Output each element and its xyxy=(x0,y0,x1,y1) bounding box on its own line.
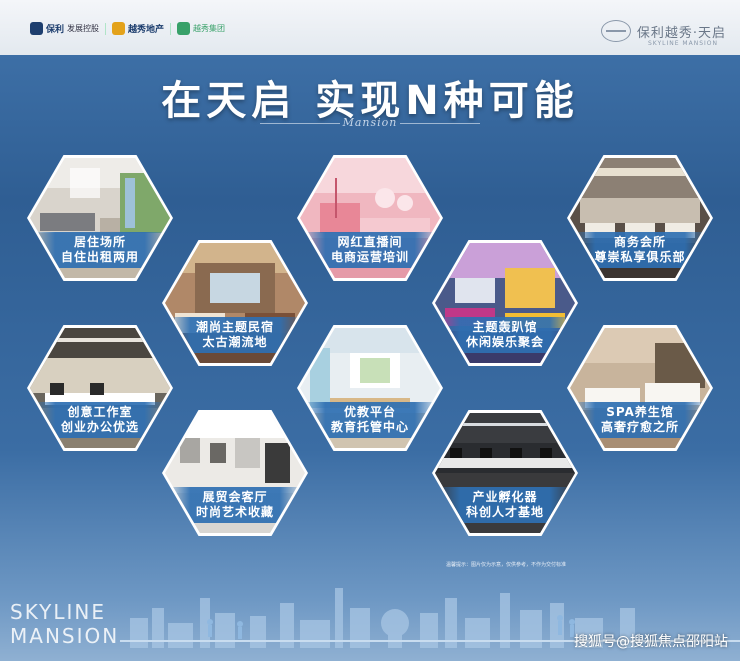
hex-title: 产业孵化器 xyxy=(472,490,538,504)
poly-logo-icon xyxy=(30,22,43,35)
hex-image: 居住场所 自住出租两用 xyxy=(30,158,170,278)
partner-logo: 越秀集团 xyxy=(177,22,225,35)
hex-image: 展贸会客厅 时尚艺术收藏 xyxy=(165,413,305,533)
yuexiu-property-logo: 越秀地产 xyxy=(112,22,164,35)
sohu-watermark: 搜狐号@搜狐焦点邵阳站 xyxy=(574,634,728,650)
hex-education-center: 优教平台 教育托管中心 xyxy=(297,325,443,451)
hex-title: 网红直播间 xyxy=(337,235,403,249)
hex-subtitle: 科创人才基地 xyxy=(465,505,544,519)
hex-incubator: 产业孵化器 科创人才基地 xyxy=(432,410,578,536)
hex-caption: 优教平台 教育托管中心 xyxy=(300,402,440,438)
hex-image: 网红直播间 电商运营培训 xyxy=(300,158,440,278)
hex-image: 优教平台 教育托管中心 xyxy=(300,328,440,448)
hex-subtitle: 时尚艺术收藏 xyxy=(195,505,274,519)
hex-party-venue: 主题轰趴馆 休闲娱乐聚会 xyxy=(432,240,578,366)
hex-subtitle: 电商运营培训 xyxy=(330,250,409,264)
hex-image: 潮尚主题民宿 太古潮流地 xyxy=(165,243,305,363)
brand-logos: 保利 发展控股 越秀地产 越秀集团 xyxy=(30,22,225,35)
wordmark-line-1: SKYLINE xyxy=(10,600,106,624)
hex-title: 主题轰趴馆 xyxy=(472,320,538,334)
project-logo-text: 保利越秀·天启 xyxy=(636,25,726,41)
hex-caption: 创意工作室 创业办公优选 xyxy=(30,402,170,438)
hex-title: 商务会所 xyxy=(613,235,666,249)
brand-sub: 越秀集团 xyxy=(193,24,226,33)
hex-image: SPA养生馆 高奢疗愈之所 xyxy=(570,328,710,448)
headline-script: Mansion xyxy=(342,116,398,129)
hex-residence: 居住场所 自住出租两用 xyxy=(27,155,173,281)
hex-live-studio: 网红直播间 电商运营培训 xyxy=(297,155,443,281)
project-logo: 保利越秀·天启 xyxy=(600,20,726,42)
hex-caption: 居住场所 自住出租两用 xyxy=(30,232,170,268)
hex-title: 展贸会客厅 xyxy=(202,490,268,504)
hex-subtitle: 自住出租两用 xyxy=(60,250,139,264)
hex-subtitle: 创业办公优选 xyxy=(60,420,139,434)
hex-subtitle: 休闲娱乐聚会 xyxy=(465,335,544,349)
hex-title: 优教平台 xyxy=(343,405,396,419)
hex-caption: 展贸会客厅 时尚艺术收藏 xyxy=(165,487,305,523)
hex-title: SPA养生馆 xyxy=(606,405,674,419)
brand-divider xyxy=(105,22,107,35)
brand-divider xyxy=(170,22,172,35)
skyline-mansion-wordmark: SKYLINE MANSION xyxy=(10,600,119,648)
hex-title: 潮尚主题民宿 xyxy=(195,320,274,334)
hex-image: 主题轰趴馆 休闲娱乐聚会 xyxy=(435,243,575,363)
hex-caption: 产业孵化器 科创人才基地 xyxy=(435,487,575,523)
hex-business-club: 商务会所 尊崇私享俱乐部 xyxy=(567,155,713,281)
hex-subtitle: 尊崇私享俱乐部 xyxy=(594,250,686,264)
hex-image: 商务会所 尊崇私享俱乐部 xyxy=(570,158,710,278)
hex-caption: 主题轰趴馆 休闲娱乐聚会 xyxy=(435,317,575,353)
hex-caption: 潮尚主题民宿 太古潮流地 xyxy=(165,317,305,353)
hex-subtitle: 高奢疗愈之所 xyxy=(600,420,679,434)
disclaimer-note: 温馨提示：图片仅为示意，仅供参考，不作为交付标准 xyxy=(446,562,567,568)
hex-caption: 网红直播间 电商运营培训 xyxy=(300,232,440,268)
hex-themed-homestay: 潮尚主题民宿 太古潮流地 xyxy=(162,240,308,366)
project-logo-subtitle: SKYLINE MANSION xyxy=(647,40,718,47)
hex-creative-studio: 创意工作室 创业办公优选 xyxy=(27,325,173,451)
wordmark-line-2: MANSION xyxy=(10,624,120,648)
yuexiu-logo-icon xyxy=(112,22,126,35)
hex-subtitle: 太古潮流地 xyxy=(202,335,268,349)
brand-name: 越秀地产 xyxy=(128,25,165,35)
header-bar: 保利 发展控股 越秀地产 越秀集团 保利越秀·天启 SKYLINE MANSIO… xyxy=(0,0,740,55)
hex-image: 创意工作室 创业办公优选 xyxy=(30,328,170,448)
brand-name: 保利 xyxy=(46,25,65,35)
hex-subtitle: 教育托管中心 xyxy=(330,420,409,434)
hex-exhibition-lounge: 展贸会客厅 时尚艺术收藏 xyxy=(162,410,308,536)
hex-caption: 商务会所 尊崇私享俱乐部 xyxy=(570,232,710,268)
poly-developments-logo: 保利 发展控股 xyxy=(30,22,99,35)
hex-image: 产业孵化器 科创人才基地 xyxy=(435,413,575,533)
hex-spa: SPA养生馆 高奢疗愈之所 xyxy=(567,325,713,451)
hex-caption: SPA养生馆 高奢疗愈之所 xyxy=(570,402,710,438)
brand-sub: 发展控股 xyxy=(67,24,100,33)
hex-title: 居住场所 xyxy=(73,235,126,249)
project-emblem-icon xyxy=(600,20,631,42)
partner-logo-icon xyxy=(177,22,191,35)
hex-title: 创意工作室 xyxy=(67,405,133,419)
